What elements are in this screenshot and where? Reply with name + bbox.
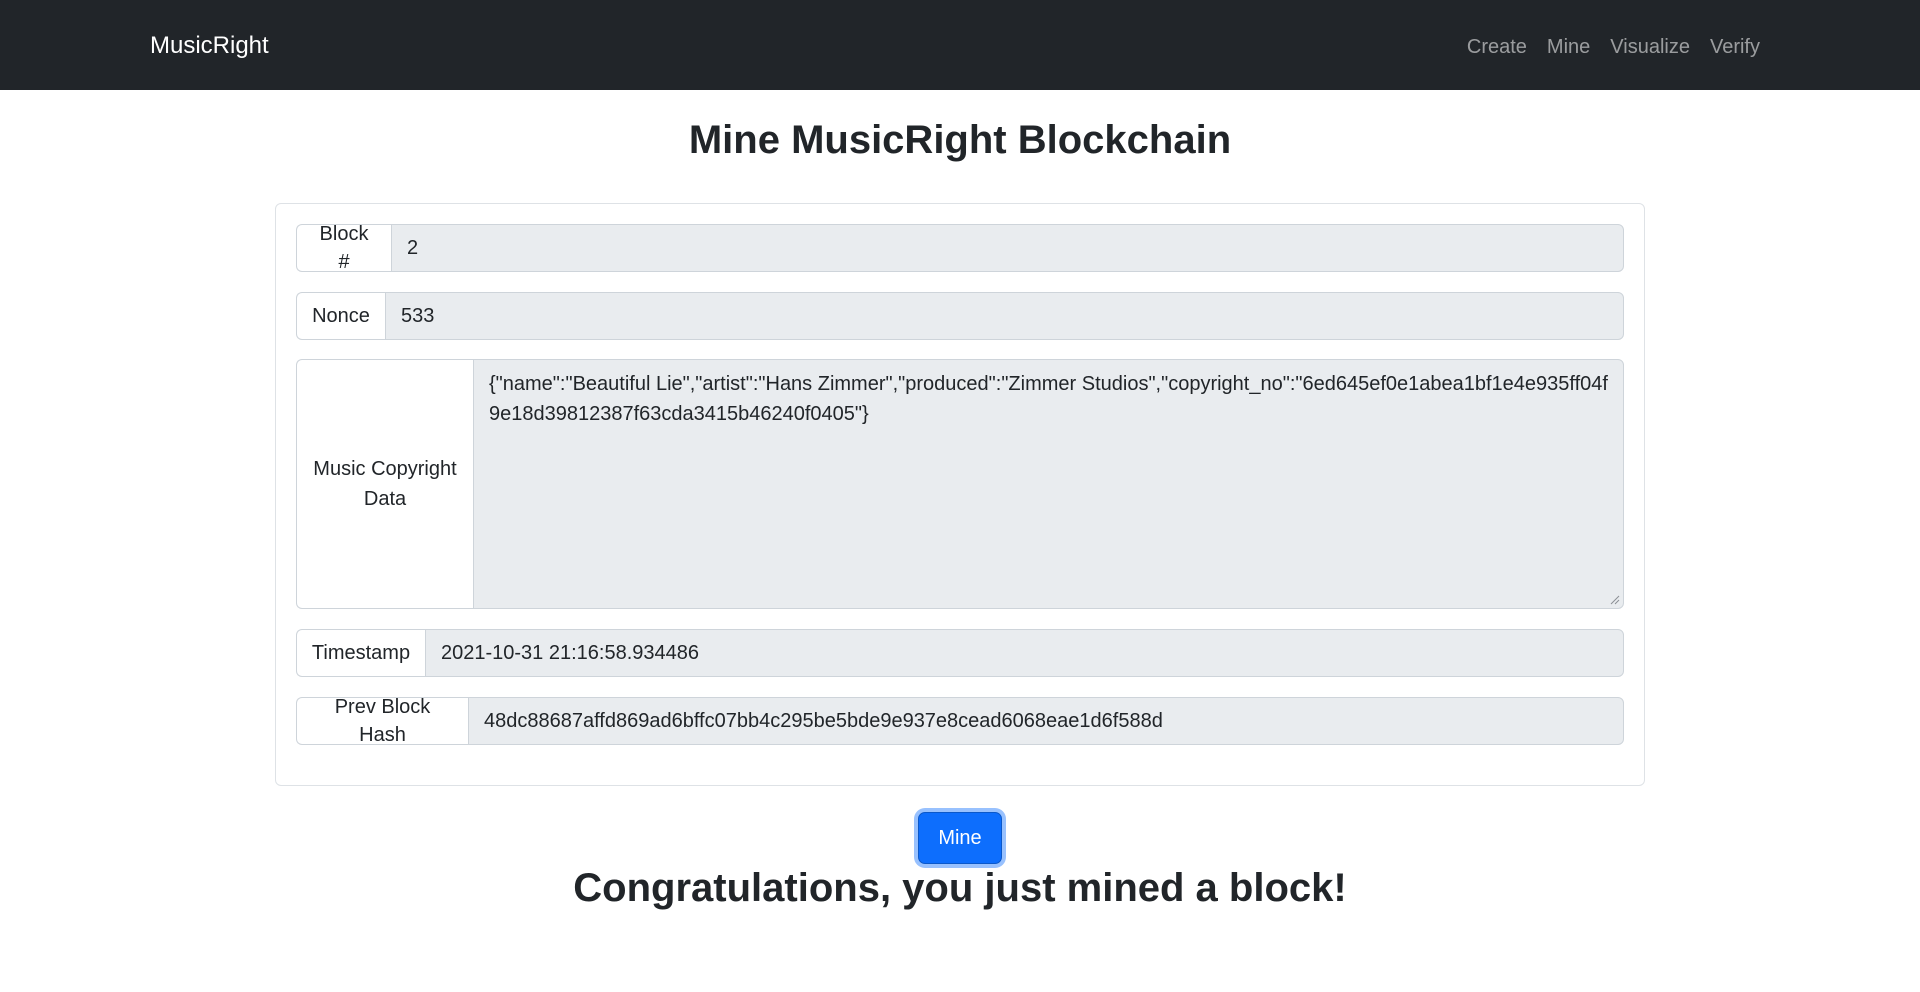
nonce-label: Nonce <box>296 292 385 340</box>
timestamp-group: Timestamp 2021-10-31 21:16:58.934486 <box>296 629 1624 677</box>
timestamp-label: Timestamp <box>296 629 425 677</box>
prev-hash-group: Prev Block Hash 48dc88687affd869ad6bffc0… <box>296 696 1624 746</box>
block-number-label: Block # <box>296 223 391 273</box>
block-number-field[interactable]: 2 <box>391 224 1624 272</box>
mine-button[interactable]: Mine <box>918 812 1002 864</box>
nonce-group: Nonce 533 <box>296 292 1624 340</box>
brand-link[interactable]: MusicRight <box>150 31 269 61</box>
timestamp-field[interactable]: 2021-10-31 21:16:58.934486 <box>425 629 1624 677</box>
copyright-data-text: {"name":"Beautiful Lie","artist":"Hans Z… <box>489 373 1608 425</box>
resize-grip-icon[interactable] <box>1608 593 1620 605</box>
nav-link-visualize[interactable]: Visualize <box>1610 33 1690 61</box>
nav-link-mine[interactable]: Mine <box>1547 33 1590 61</box>
nav-link-create[interactable]: Create <box>1467 33 1527 61</box>
prev-hash-field[interactable]: 48dc88687affd869ad6bffc07bb4c295be5bde9e… <box>468 697 1624 745</box>
block-form-card: Block # 2 Nonce 533 Music Copyright Data… <box>275 203 1645 786</box>
nav-link-verify[interactable]: Verify <box>1710 33 1760 61</box>
page-title: Mine MusicRight Blockchain <box>688 118 1232 162</box>
copyright-data-group: Music Copyright Data {"name":"Beautiful … <box>296 359 1624 609</box>
copyright-data-textarea[interactable]: {"name":"Beautiful Lie","artist":"Hans Z… <box>473 359 1624 609</box>
nonce-field[interactable]: 533 <box>385 292 1624 340</box>
block-number-group: Block # 2 <box>296 223 1624 273</box>
nav-links: Create Mine Visualize Verify <box>1467 33 1760 61</box>
top-navbar: MusicRight Create Mine Visualize Verify <box>0 0 1920 90</box>
copyright-data-label: Music Copyright Data <box>296 359 473 609</box>
prev-hash-label: Prev Block Hash <box>296 696 468 746</box>
success-message: Congratulations, you just mined a block! <box>573 866 1347 910</box>
